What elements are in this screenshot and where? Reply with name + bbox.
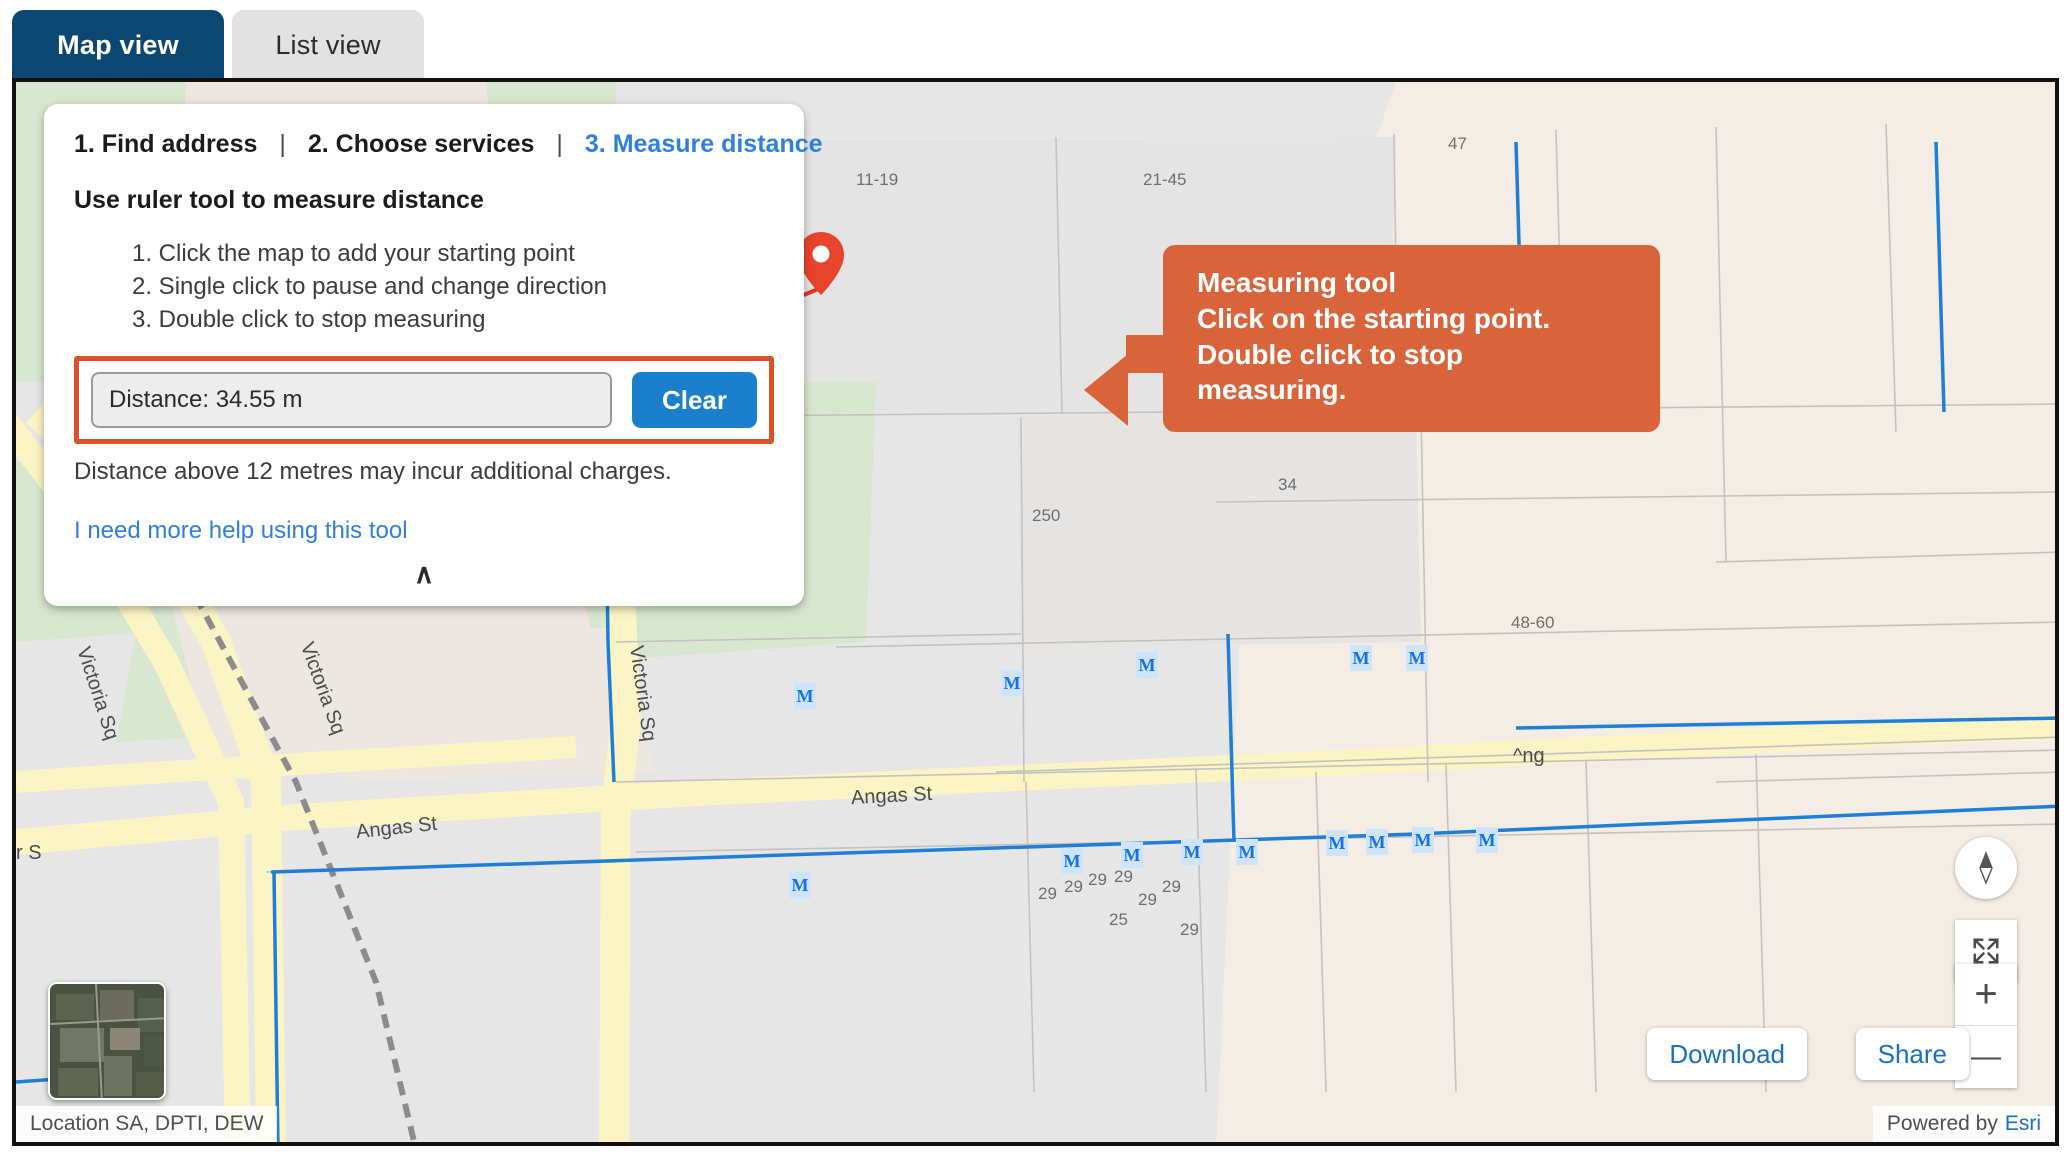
help-link[interactable]: I need more help using this tool [74,517,408,545]
callout-line-2: Click on the starting point. [1197,302,1551,334]
parcel-label: 250 [1032,506,1061,525]
parcel-label: 29 [1138,890,1157,909]
map-attribution-left: Location SA, DPTI, DEW [16,1106,278,1142]
zoom-in-button[interactable]: + [1955,964,2017,1026]
breadcrumb-step-1[interactable]: 1. Find address [74,130,257,159]
map-frame[interactable]: 222-24011-1921-45473425025048-6029292929… [12,78,2059,1146]
breadcrumb-separator-2: | [556,130,563,158]
parcel-label: 25 [1109,910,1128,929]
parcel-label: 29 [1038,884,1057,903]
measuring-tool-callout: Measuring tool Click on the starting poi… [1163,245,1660,433]
instruction-item-2: 2. Single click to pause and change dire… [132,273,607,301]
powered-by-label: Powered by [1886,1112,1998,1135]
distance-highlight-box: Distance: 34.55 m Clear [74,356,774,445]
tab-map-view-label: Map view [57,29,179,60]
map-canvas[interactable]: 222-24011-1921-45473425025048-6029292929… [16,82,2055,1142]
parcel-label: 34 [1278,475,1297,494]
callout-line-3: Double click to stop [1197,338,1464,370]
esri-link[interactable]: Esri [2005,1112,2041,1136]
callout-line-1: Measuring tool [1197,267,1397,298]
compass-button[interactable] [1955,837,2017,899]
meter-marker-icon[interactable]: M [1412,827,1434,853]
collapse-panel-chevron-up-icon[interactable]: ∧ [74,561,774,588]
meter-marker-icon[interactable]: M [1061,848,1083,874]
expand-arrows-icon [1973,938,1999,964]
parcel-label: 11-19 [856,170,899,189]
tab-list-view[interactable]: List view [232,10,424,80]
meter-marker-icon[interactable]: M [1181,839,1203,865]
callout-arrow-head [1084,354,1128,426]
street-label: Angas St [850,782,933,810]
instruction-list: 1. Click the map to add your starting po… [132,237,774,336]
meter-marker-icon[interactable]: M [1366,829,1388,855]
parcel-label: 29 [1064,877,1083,896]
basemap-toggle-thumbnail[interactable] [48,982,166,1100]
map-attribution-right: Powered by Esri [1872,1106,2055,1142]
parcel-label: 29 [1088,870,1107,889]
breadcrumb-step-3[interactable]: 3. Measure distance [585,130,823,159]
measure-distance-panel: 1. Find address | 2. Choose services | 3… [44,104,823,607]
meter-marker-icon[interactable]: M [1476,827,1498,853]
share-button[interactable]: Share [1855,1028,1969,1080]
meter-marker-icon[interactable]: M [1136,652,1158,678]
parcel-label: 21-45 [1143,170,1187,189]
parcel-label: 48-60 [1511,613,1555,632]
satellite-imagery-icon [50,984,164,1098]
meter-marker-icon[interactable]: M [1406,645,1428,671]
breadcrumb-step-2[interactable]: 2. Choose services [308,130,535,159]
parcel-label: 47 [1448,134,1467,153]
meter-marker-icon[interactable]: M [1350,645,1372,671]
view-tabs: Map view List view [0,0,2071,80]
compass-needle-icon [1979,851,1993,885]
parcel-label: 29 [1162,877,1181,896]
distance-readout[interactable]: Distance: 34.55 m [91,372,612,429]
panel-heading: Use ruler tool to measure distance [74,186,484,214]
meter-marker-icon[interactable]: M [789,872,811,898]
meter-marker-icon[interactable]: M [1001,670,1023,696]
download-button[interactable]: Download [1647,1028,1807,1080]
instruction-item-3: 3. Double click to stop measuring [132,306,486,334]
callout-line-4: measuring. [1197,374,1347,406]
clear-button[interactable]: Clear [631,372,757,429]
meter-marker-icon[interactable]: M [1326,830,1348,856]
parcel-label: 29 [1180,920,1199,939]
instruction-item-1: 1. Click the map to add your starting po… [132,240,575,267]
parcel-label: 29 [1114,867,1133,886]
street-label: ^ng [1513,745,1545,767]
tab-map-view[interactable]: Map view [12,10,224,80]
charges-note: Distance above 12 metres may incur addit… [74,458,672,486]
street-label: r S [16,842,42,864]
breadcrumb-separator-1: | [279,130,286,158]
meter-marker-icon[interactable]: M [1236,839,1258,865]
breadcrumb: 1. Find address | 2. Choose services | 3… [74,130,823,159]
tab-list-view-label: List view [275,29,381,60]
meter-marker-icon[interactable]: M [794,683,816,709]
meter-marker-icon[interactable]: M [1121,842,1143,868]
